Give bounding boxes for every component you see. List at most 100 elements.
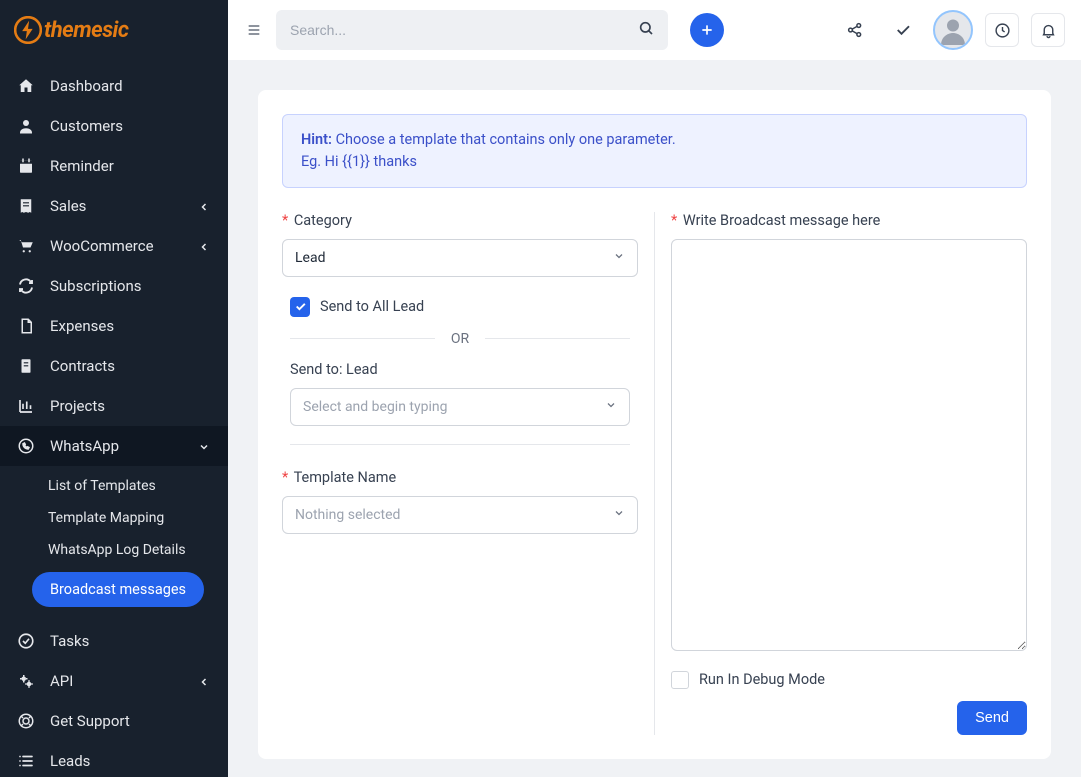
brand-logo: themesic: [14, 16, 128, 44]
sidebar-item-reminder[interactable]: Reminder: [0, 146, 228, 186]
receipt-icon: [16, 196, 36, 216]
sidebar-item-subscriptions[interactable]: Subscriptions: [0, 266, 228, 306]
nav-label: WhatsApp: [50, 437, 198, 455]
chevron-left-icon: [198, 674, 212, 688]
cart-icon: [16, 236, 36, 256]
share-button[interactable]: [837, 12, 873, 48]
category-select[interactable]: Lead: [282, 239, 638, 277]
plus-icon: [699, 22, 715, 38]
topbar: [228, 0, 1081, 60]
nav-label: Expenses: [50, 317, 212, 335]
share-icon: [846, 21, 864, 39]
broadcast-textarea[interactable]: [671, 239, 1027, 651]
check-button[interactable]: [885, 12, 921, 48]
add-button[interactable]: [690, 13, 724, 47]
brand: themesic: [0, 0, 228, 60]
actions: Send: [671, 701, 1027, 735]
check-circle-icon: [16, 631, 36, 651]
chevron-down-icon: [613, 507, 625, 523]
sidebar: themesic Dashboard Customers Reminder Sa…: [0, 0, 228, 777]
nav-label: Sales: [50, 197, 198, 215]
debug-checkbox[interactable]: [671, 671, 689, 689]
subnav-item-log[interactable]: WhatsApp Log Details: [0, 534, 228, 566]
hint-line1: Choose a template that contains only one…: [332, 131, 676, 148]
hint-bold: Hint:: [301, 131, 332, 148]
home-icon: [16, 76, 36, 96]
menu-icon: [246, 22, 262, 38]
check-icon: [294, 300, 307, 313]
sidebar-item-dashboard[interactable]: Dashboard: [0, 66, 228, 106]
subnav-item-templates[interactable]: List of Templates: [0, 470, 228, 502]
template-group: * Template Name Nothing selected: [282, 469, 638, 534]
form-right-column: * Write Broadcast message here Run In De…: [655, 212, 1027, 735]
brand-icon: [14, 16, 42, 44]
chevron-down-icon: [613, 250, 625, 266]
sidebar-item-tasks[interactable]: Tasks: [0, 621, 228, 661]
sidebar-item-leads[interactable]: Leads: [0, 741, 228, 777]
subnav-item-broadcast[interactable]: Broadcast messages: [32, 572, 204, 607]
person-icon: [16, 116, 36, 136]
whatsapp-icon: [16, 436, 36, 456]
send-all-checkbox[interactable]: [290, 297, 310, 317]
file-icon: [16, 316, 36, 336]
lifebuoy-icon: [16, 711, 36, 731]
sidebar-item-woocommerce[interactable]: WooCommerce: [0, 226, 228, 266]
nav-label: Contracts: [50, 357, 212, 375]
sidebar-item-contracts[interactable]: Contracts: [0, 346, 228, 386]
hint-box: Hint: Choose a template that contains on…: [282, 114, 1027, 188]
template-select[interactable]: Nothing selected: [282, 496, 638, 534]
nav-label: Tasks: [50, 632, 212, 650]
template-placeholder: Nothing selected: [295, 507, 400, 523]
sidebar-item-support[interactable]: Get Support: [0, 701, 228, 741]
chevron-down-icon: [198, 439, 212, 453]
nav-label: Reminder: [50, 157, 212, 175]
subnav-whatsapp: List of Templates Template Mapping Whats…: [0, 466, 228, 621]
send-all-label: Send to All Lead: [320, 298, 424, 315]
search-input[interactable]: [290, 22, 628, 38]
sidebar-item-sales[interactable]: Sales: [0, 186, 228, 226]
search-icon: [638, 20, 654, 40]
send-to-select[interactable]: Select and begin typing: [290, 388, 630, 426]
chart-icon: [16, 396, 36, 416]
main: Hint: Choose a template that contains on…: [228, 0, 1081, 777]
sidebar-item-projects[interactable]: Projects: [0, 386, 228, 426]
debug-label: Run In Debug Mode: [699, 671, 825, 688]
send-button[interactable]: Send: [957, 701, 1027, 735]
avatar[interactable]: [933, 10, 973, 50]
chevron-left-icon: [198, 199, 212, 213]
calendar-icon: [16, 156, 36, 176]
category-value: Lead: [295, 250, 325, 266]
clock-icon: [994, 22, 1011, 39]
nav-label: Leads: [50, 752, 212, 770]
sidebar-item-whatsapp[interactable]: WhatsApp: [0, 426, 228, 466]
broadcast-label: * Write Broadcast message here: [671, 212, 1027, 229]
divider: [290, 444, 630, 445]
send-to-label: Send to: Lead: [290, 361, 630, 378]
nav-label: WooCommerce: [50, 237, 198, 255]
document-icon: [16, 356, 36, 376]
nav: Dashboard Customers Reminder Sales WooCo…: [0, 60, 228, 777]
category-label: * Category: [282, 212, 638, 229]
search-box[interactable]: [276, 10, 668, 50]
nav-label: Subscriptions: [50, 277, 212, 295]
sidebar-item-api[interactable]: API: [0, 661, 228, 701]
broadcast-card: Hint: Choose a template that contains on…: [258, 90, 1051, 759]
nav-label: Projects: [50, 397, 212, 415]
sidebar-item-expenses[interactable]: Expenses: [0, 306, 228, 346]
notifications-button[interactable]: [1031, 13, 1065, 47]
nav-label: Dashboard: [50, 77, 212, 95]
content: Hint: Choose a template that contains on…: [228, 60, 1081, 777]
gears-icon: [16, 671, 36, 691]
menu-toggle-button[interactable]: [244, 20, 264, 40]
chevron-left-icon: [198, 239, 212, 253]
subnav-item-mapping[interactable]: Template Mapping: [0, 502, 228, 534]
history-button[interactable]: [985, 13, 1019, 47]
category-group: * Category Lead: [282, 212, 638, 277]
refresh-icon: [16, 276, 36, 296]
list-icon: [16, 751, 36, 771]
template-label: * Template Name: [282, 469, 638, 486]
user-avatar-icon: [935, 12, 971, 48]
nav-label: Get Support: [50, 712, 212, 730]
send-to-placeholder: Select and begin typing: [303, 399, 447, 415]
sidebar-item-customers[interactable]: Customers: [0, 106, 228, 146]
